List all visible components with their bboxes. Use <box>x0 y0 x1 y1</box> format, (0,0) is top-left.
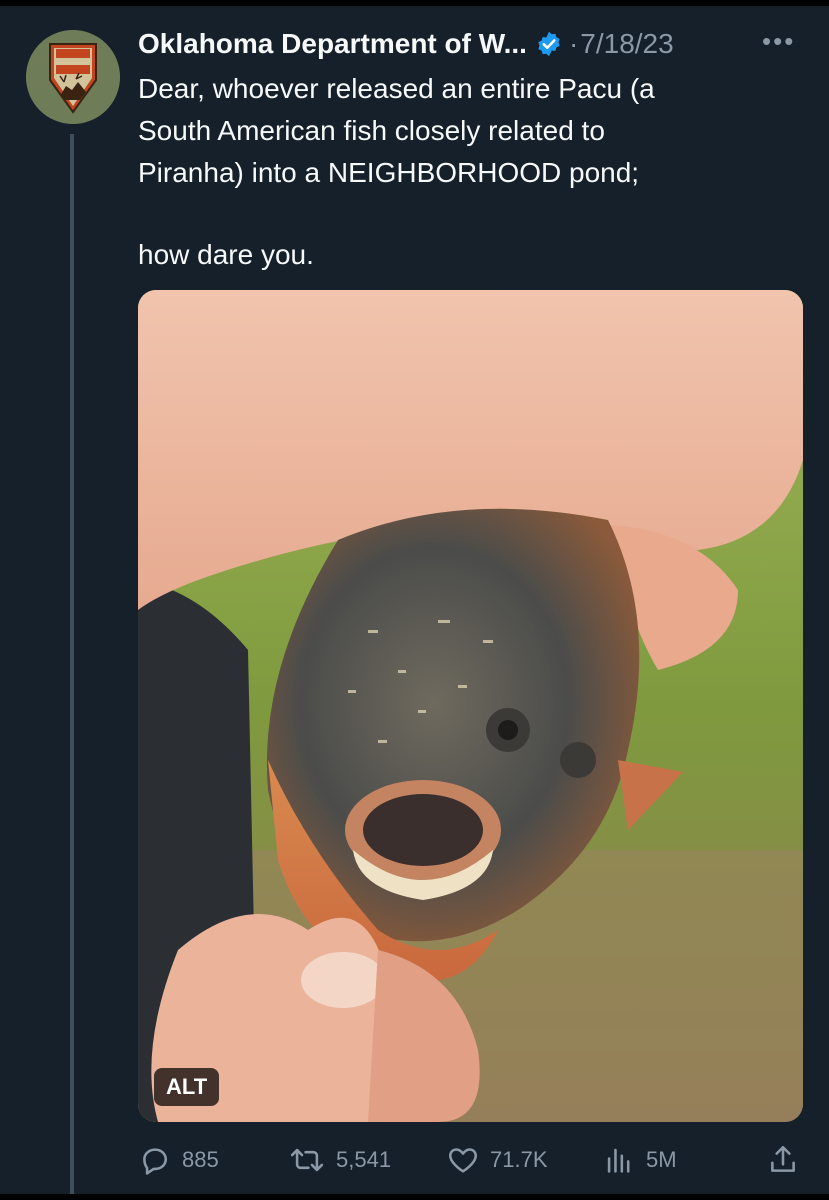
repost-icon <box>288 1143 326 1177</box>
tweet-line: Dear, whoever released an entire Pacu (a <box>138 73 655 104</box>
tweet-line: how dare you. <box>138 239 314 270</box>
repost-count: 5,541 <box>336 1147 392 1172</box>
like-button[interactable]: 71.7K <box>446 1138 548 1182</box>
tweet-photo[interactable]: ALT <box>138 290 803 1122</box>
reply-count: 885 <box>182 1147 219 1172</box>
tweet-text: Dear, whoever released an entire Pacu (a… <box>138 68 798 276</box>
share-button[interactable] <box>766 1138 800 1182</box>
action-bar: 885 5,541 71.7K 5M <box>138 1138 803 1182</box>
thread-line <box>70 134 74 1200</box>
reply-button[interactable]: 885 <box>138 1138 219 1182</box>
alt-text-button[interactable]: ALT <box>154 1068 220 1106</box>
tweet-line: Piranha) into a NEIGHBORHOOD pond; <box>138 157 640 188</box>
verified-badge-icon <box>535 30 563 58</box>
views-count: 5M <box>646 1147 677 1172</box>
views-icon <box>602 1143 636 1177</box>
share-icon <box>766 1143 800 1177</box>
bottom-edge <box>0 1194 829 1200</box>
tweet-line: South American fish closely related to <box>138 115 605 146</box>
header-separator: · <box>568 28 579 59</box>
tweet-header: Oklahoma Department of W... · 7/18/23 <box>138 24 674 64</box>
heart-icon <box>446 1143 480 1177</box>
reply-icon <box>138 1143 172 1177</box>
pacu-fish-photo <box>138 290 803 1122</box>
avatar[interactable] <box>26 30 120 124</box>
more-options-icon[interactable]: ••• <box>762 26 795 57</box>
top-edge <box>0 0 829 6</box>
agency-logo-icon <box>26 30 120 124</box>
like-count: 71.7K <box>490 1147 548 1172</box>
tweet-screen: Oklahoma Department of W... · 7/18/23 ••… <box>0 0 829 1200</box>
author-name[interactable]: Oklahoma Department of W... <box>138 28 527 60</box>
views-button[interactable]: 5M <box>602 1138 677 1182</box>
repost-button[interactable]: 5,541 <box>288 1138 391 1182</box>
tweet-date[interactable]: 7/18/23 <box>580 28 673 60</box>
